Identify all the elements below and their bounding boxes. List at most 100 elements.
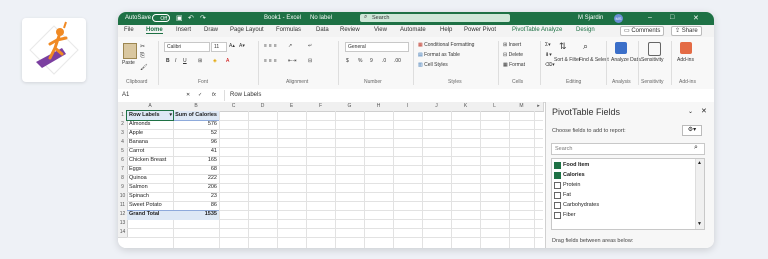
field-label-calories[interactable]: Calories — [563, 172, 585, 178]
column-header-g[interactable]: G — [335, 102, 365, 112]
tab-pivottable-analyze[interactable]: PivotTable Analyze — [512, 27, 562, 33]
tab-draw[interactable]: Draw — [204, 27, 218, 33]
column-header-h[interactable]: H — [364, 102, 394, 112]
field-label-protein[interactable]: Protein — [563, 182, 580, 188]
grand-total-value[interactable]: 1535 — [173, 210, 217, 219]
formula-input[interactable]: Row Labels — [230, 92, 261, 98]
column-header-i[interactable]: I — [393, 102, 423, 112]
field-checkbox-protein[interactable] — [554, 182, 561, 189]
scroll-down-icon[interactable]: ▼ — [697, 221, 702, 227]
fill-icon[interactable]: ⬇▾ — [545, 52, 552, 58]
grand-total-label[interactable]: Grand Total — [129, 210, 173, 219]
pivot-row-label[interactable]: Eggs — [129, 165, 173, 174]
cut-icon[interactable]: ✂ — [140, 43, 145, 50]
pivot-row-value[interactable]: 576 — [173, 120, 217, 129]
merge-center-icon[interactable]: ⊟ — [308, 58, 312, 64]
shrink-font-icon[interactable]: A▾ — [239, 43, 245, 49]
pane-close-icon[interactable]: ✕ — [701, 107, 707, 115]
find-select-icon[interactable]: ⌕ — [583, 41, 588, 52]
sensitivity-status[interactable]: No label — [310, 15, 332, 21]
format-as-table-button[interactable]: ▤ Format as Table — [418, 52, 460, 58]
field-checkbox-calories[interactable] — [554, 172, 561, 179]
share-button[interactable]: ⇪ Share — [671, 26, 702, 36]
function-icon[interactable]: fx — [212, 92, 216, 98]
tab-design[interactable]: Design — [576, 27, 595, 33]
autosave-toggle[interactable]: Off — [152, 14, 170, 22]
comments-button[interactable]: ▭ Comments — [620, 26, 665, 36]
search-box[interactable]: ⌕ Search — [360, 14, 510, 22]
field-list-scrollbar[interactable]: ▲ ▼ — [695, 159, 704, 229]
cell-styles-button[interactable]: ▥ Cell Styles — [418, 62, 448, 68]
fill-color-icon[interactable]: ◈ — [213, 58, 217, 64]
save-icon[interactable]: ▣ — [176, 14, 183, 22]
increase-decimal-icon[interactable]: .0 — [382, 58, 386, 64]
italic-icon[interactable]: I — [175, 58, 176, 64]
user-avatar[interactable]: MS — [614, 14, 623, 23]
vertical-align-icons[interactable]: ≡≡≡ — [264, 43, 279, 49]
currency-icon[interactable]: $ — [346, 58, 349, 64]
column-header-l[interactable]: L — [480, 102, 510, 112]
pivot-row-value[interactable]: 165 — [173, 156, 217, 165]
close-icon[interactable]: ✕ — [693, 14, 699, 22]
minimize-icon[interactable]: – — [648, 14, 652, 21]
tab-home[interactable]: Home — [146, 27, 163, 34]
pivot-row-value[interactable]: 96 — [173, 138, 217, 147]
tab-help[interactable]: Help — [440, 27, 452, 33]
decrease-decimal-icon[interactable]: .00 — [394, 58, 401, 64]
pane-options-icon[interactable]: ⌄ — [688, 108, 693, 115]
field-checkbox-carbohydrates[interactable] — [554, 202, 561, 209]
pane-settings-icon[interactable]: ⚙▾ — [682, 125, 702, 136]
addins-icon[interactable] — [680, 42, 692, 54]
filter-dropdown-icon[interactable]: ▾ — [169, 111, 172, 120]
tab-power-pivot[interactable]: Power Pivot — [464, 27, 496, 33]
column-header-k[interactable]: K — [451, 102, 481, 112]
scroll-up-icon[interactable]: ▲ — [697, 160, 702, 166]
font-size-select[interactable]: 11 — [211, 42, 227, 52]
field-label-food-item[interactable]: Food Item — [563, 162, 589, 168]
number-format-select[interactable]: General — [345, 42, 409, 52]
analyze-data-icon[interactable] — [615, 42, 627, 54]
maximize-icon[interactable]: □ — [670, 14, 674, 21]
name-box[interactable]: A1 — [120, 91, 170, 99]
column-header-j[interactable]: J — [422, 102, 452, 112]
field-label-carbohydrates[interactable]: Carbohydrates — [563, 202, 599, 208]
tab-review[interactable]: Review — [340, 27, 360, 33]
font-color-icon[interactable]: A — [226, 58, 229, 64]
horizontal-align-icons[interactable]: ≡≡≡ — [264, 58, 279, 64]
tab-file[interactable]: File — [124, 27, 134, 33]
percent-icon[interactable]: % — [358, 58, 362, 64]
orientation-icon[interactable]: ↗ — [288, 43, 292, 49]
cancel-icon[interactable]: ✕ — [186, 92, 190, 98]
pivot-row-value[interactable]: 68 — [173, 165, 217, 174]
format-painter-icon[interactable]: 🖌 — [140, 64, 148, 71]
pivot-row-label[interactable]: Sweet Potato — [129, 201, 173, 210]
grow-font-icon[interactable]: A▴ — [229, 43, 235, 49]
comma-icon[interactable]: 9 — [370, 58, 373, 64]
underline-icon[interactable]: U — [183, 58, 187, 64]
delete-cells-button[interactable]: ⊟ Delete — [503, 52, 523, 58]
tab-page-layout[interactable]: Page Layout — [230, 27, 264, 33]
column-header-m[interactable]: M — [509, 102, 535, 112]
pivot-row-label[interactable]: Quinoa — [129, 174, 173, 183]
field-search-input[interactable]: Search ⌕ — [551, 143, 705, 155]
pivot-row-value[interactable]: 23 — [173, 192, 217, 201]
field-checkbox-food-item[interactable] — [554, 162, 561, 169]
pivot-row-label[interactable]: Carrot — [129, 147, 173, 156]
pivot-row-value[interactable]: 41 — [173, 147, 217, 156]
format-cells-button[interactable]: ▦ Format — [503, 62, 525, 68]
tab-data[interactable]: Data — [316, 27, 329, 33]
pivot-row-value[interactable]: 86 — [173, 201, 217, 210]
column-header-d[interactable]: D — [248, 102, 278, 112]
find-select-button[interactable]: Find & Select — [579, 57, 609, 63]
pivot-row-label[interactable]: Almonds — [129, 120, 173, 129]
field-label-fat[interactable]: Fat — [563, 192, 571, 198]
tab-insert[interactable]: Insert — [176, 27, 191, 33]
pivot-row-label[interactable]: Spinach — [129, 192, 173, 201]
scroll-right-icon[interactable]: ▸ — [534, 102, 544, 112]
conditional-formatting-button[interactable]: ▦ Conditional Formatting — [418, 42, 474, 48]
copy-icon[interactable]: ⎘ — [140, 53, 145, 60]
sensitivity-button[interactable]: Sensitivity — [641, 57, 664, 63]
wrap-text-icon[interactable]: ↵ — [308, 43, 312, 49]
field-checkbox-fiber[interactable] — [554, 212, 561, 219]
sort-filter-icon[interactable]: ⇅ — [559, 41, 567, 52]
